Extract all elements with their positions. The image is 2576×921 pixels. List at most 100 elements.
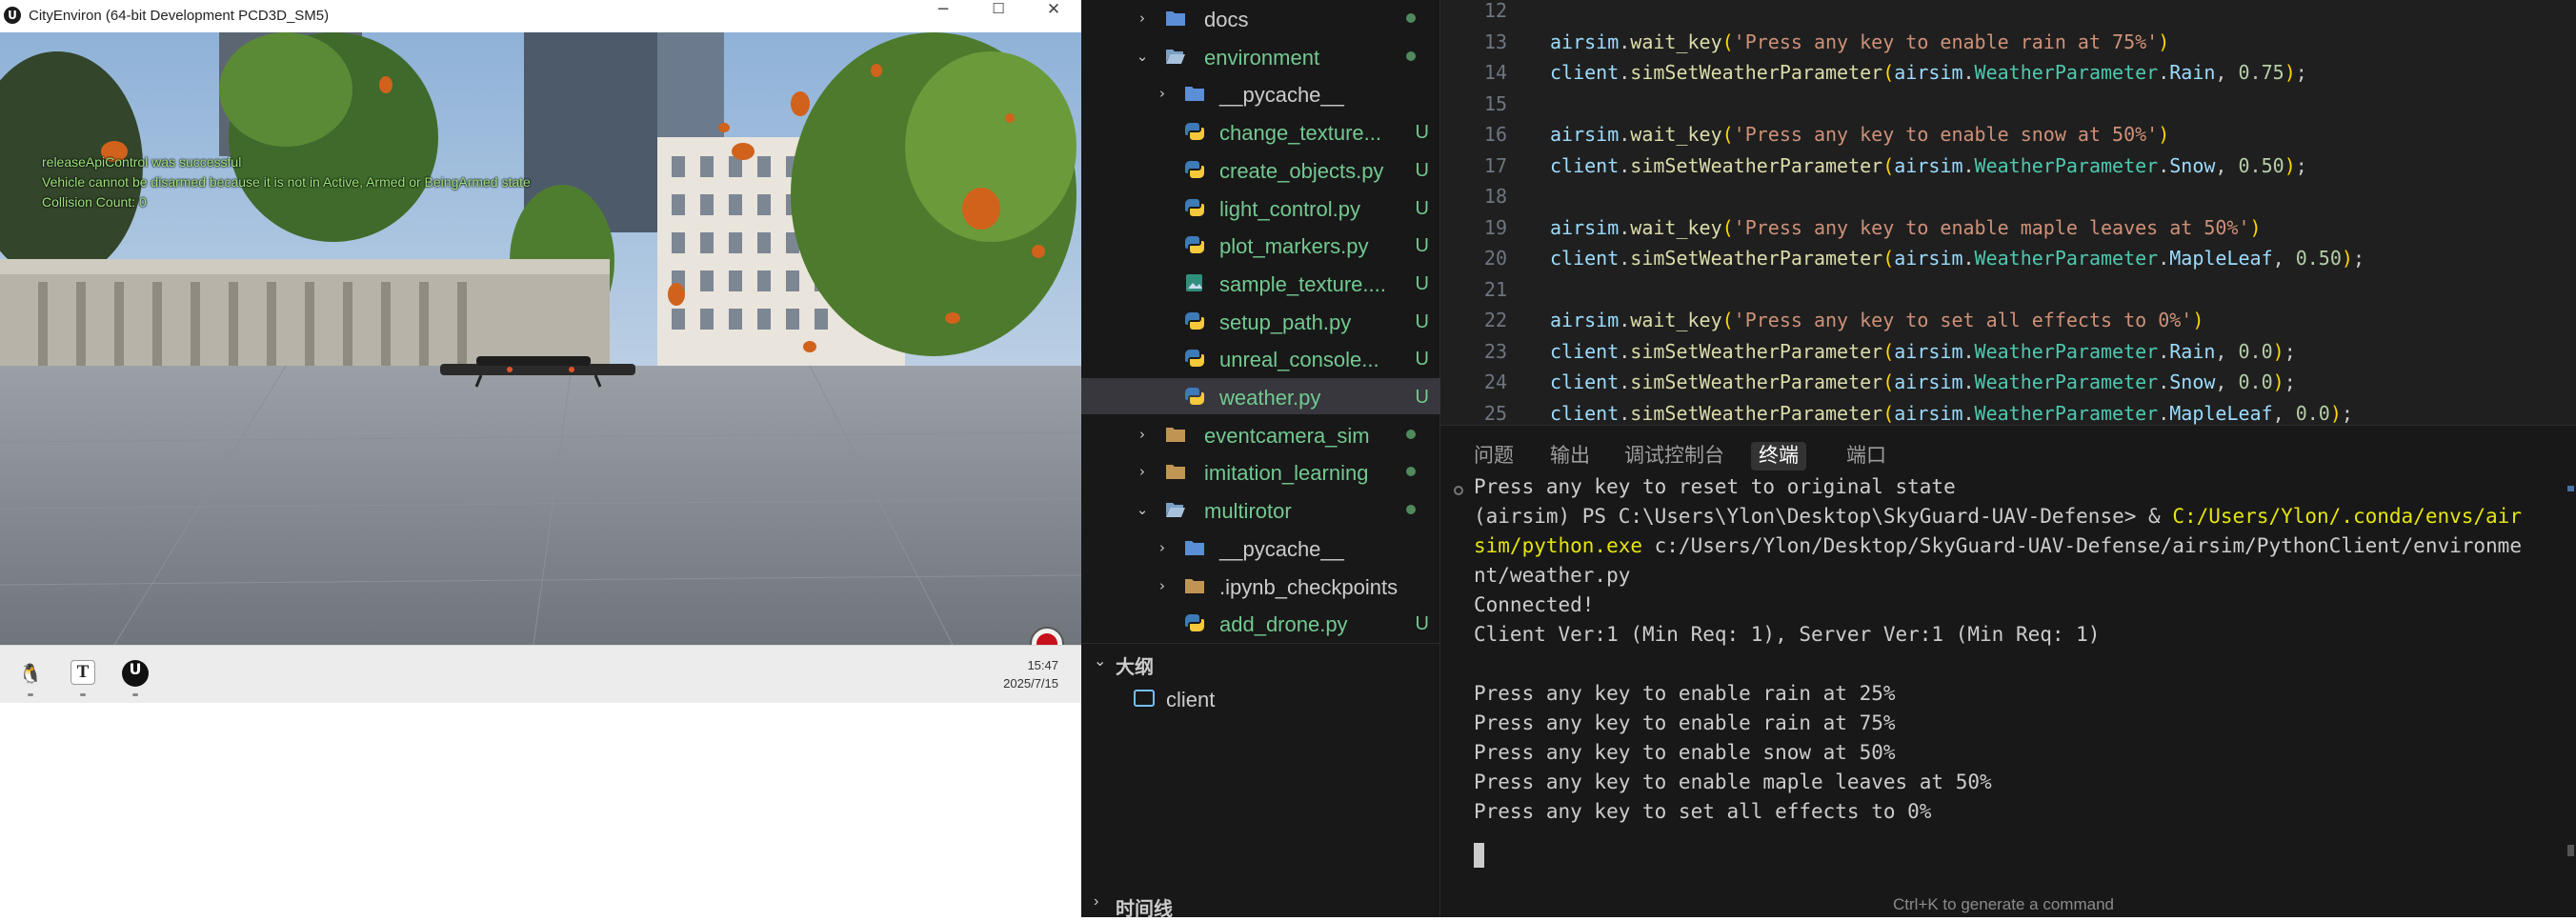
tree-item[interactable]: › __pycache__: [1081, 530, 1440, 566]
unreal-engine-icon[interactable]: U: [122, 660, 149, 687]
tree-item[interactable]: light_control.py U: [1081, 190, 1440, 226]
game-titlebar[interactable]: U CityEnviron (64-bit Development PCD3D_…: [0, 0, 1081, 32]
tree-item[interactable]: › eventcamera_sim: [1081, 416, 1440, 452]
penguin-app-icon[interactable]: 🐧: [17, 660, 44, 687]
code-line[interactable]: 19 airsim.wait_key('Press any key to enab…: [1440, 213, 2576, 244]
python-folder-icon: [1184, 84, 1205, 103]
line-number: 17: [1483, 153, 1507, 177]
clock-date[interactable]: 2025/7/15: [1003, 676, 1058, 691]
tree-item-label: setup_path.py: [1219, 310, 1352, 334]
tab-terminal[interactable]: 终端: [1751, 442, 1806, 471]
python-file-icon: [1184, 122, 1205, 141]
chevron-right-icon[interactable]: ›: [1155, 84, 1170, 103]
outline-item-client[interactable]: client: [1166, 688, 1215, 712]
clock-time[interactable]: 15:47: [1027, 658, 1058, 672]
outline-title[interactable]: 大纲: [1116, 651, 1154, 679]
line-number: 25: [1483, 401, 1507, 425]
terminal-line: Press any key to enable maple leaves at …: [1474, 771, 1992, 793]
tree-item[interactable]: create_objects.py U: [1081, 151, 1440, 188]
tree-item[interactable]: ⌄ environment: [1081, 38, 1440, 74]
code-line[interactable]: 22 airsim.wait_key('Press any key to set …: [1440, 306, 2576, 336]
terminal-cursor: [1474, 843, 1484, 868]
bottom-panel: 问题 输出 调试控制台 终端 端口 Press any key to reset…: [1440, 425, 2576, 917]
tree-item[interactable]: › __pycache__: [1081, 75, 1440, 111]
code-line[interactable]: 25 client.simSetWeatherParameter(airsim.W…: [1440, 399, 2576, 426]
python-file-icon: [1184, 349, 1205, 368]
git-change-dot: [1406, 467, 1416, 477]
typora-icon[interactable]: T: [70, 660, 95, 685]
tree-item[interactable]: ⌄ multirotor: [1081, 491, 1440, 528]
line-number: 16: [1483, 123, 1507, 146]
line-number: 21: [1483, 277, 1507, 301]
line-number: 23: [1483, 339, 1507, 363]
minimize-button[interactable]: ─: [916, 0, 971, 32]
tree-item[interactable]: weather.py U: [1081, 378, 1440, 414]
tree-item-label: weather.py: [1219, 386, 1321, 410]
line-number: 15: [1483, 91, 1507, 115]
line-number: 13: [1483, 30, 1507, 53]
line-number: 12: [1483, 0, 1507, 22]
tree-item[interactable]: unreal_console... U: [1081, 340, 1440, 376]
city-scene: [0, 32, 1081, 645]
game-viewport[interactable]: releaseApiControl was successful Vehicle…: [0, 32, 1081, 645]
folder-icon: [1184, 576, 1205, 595]
code-line[interactable]: 24 client.simSetWeatherParameter(airsim.W…: [1440, 368, 2576, 398]
code-line[interactable]: 14 client.simSetWeatherParameter(airsim.W…: [1440, 58, 2576, 89]
code-editor[interactable]: 12 13 airsim.wait_key('Press any key to en…: [1440, 0, 2576, 425]
tree-item-label: eventcamera_sim: [1204, 423, 1370, 448]
git-change-dot: [1406, 505, 1416, 515]
tree-item[interactable]: › .ipynb_checkpoints: [1081, 568, 1440, 604]
python-file-icon: [1184, 613, 1205, 632]
collision-count: Collision Count: 0: [42, 194, 147, 210]
maximize-button[interactable]: ☐: [971, 0, 1026, 32]
chevron-right-icon[interactable]: ›: [1135, 9, 1150, 28]
chevron-right-icon[interactable]: ›: [1155, 576, 1170, 595]
terminal-line: (airsim) PS C:\Users\Ylon\Desktop\SkyGua…: [1474, 505, 2522, 528]
code-line[interactable]: 13 airsim.wait_key('Press any key to enab…: [1440, 28, 2576, 58]
tree-item[interactable]: setup_path.py U: [1081, 303, 1440, 339]
terminal-line: Press any key to reset to original state: [1474, 475, 1956, 498]
tree-item[interactable]: › imitation_learning: [1081, 453, 1440, 490]
tab-output[interactable]: 输出: [1542, 442, 1598, 471]
chevron-right-icon[interactable]: ›: [1135, 425, 1150, 444]
code-text: client.simSetWeatherParameter(airsim.Wea…: [1550, 247, 2365, 270]
code-line[interactable]: 17 client.simSetWeatherParameter(airsim.W…: [1440, 151, 2576, 182]
unreal-app-icon: U: [4, 7, 21, 24]
code-line[interactable]: 18: [1440, 182, 2576, 212]
code-line[interactable]: 20 client.simSetWeatherParameter(airsim.W…: [1440, 244, 2576, 274]
code-line[interactable]: 15: [1440, 90, 2576, 120]
chevron-right-icon[interactable]: ›: [1135, 462, 1150, 481]
code-text: airsim.wait_key('Press any key to enable…: [1550, 123, 2170, 146]
tree-item[interactable]: › docs: [1081, 0, 1440, 36]
tree-item[interactable]: sample_texture.... U: [1081, 265, 1440, 301]
terminal-line: Press any key to enable snow at 50%: [1474, 741, 1896, 764]
scrollbar-thumb[interactable]: [2567, 845, 2574, 856]
chevron-down-icon[interactable]: ⌄: [1135, 47, 1150, 66]
tree-item[interactable]: add_drone.py U: [1081, 605, 1440, 641]
tree-item[interactable]: change_texture... U: [1081, 113, 1440, 150]
chevron-down-icon[interactable]: ⌄: [1135, 500, 1150, 519]
close-button[interactable]: ✕: [1026, 0, 1081, 32]
python-file-icon: [1184, 235, 1205, 254]
code-line[interactable]: 23 client.simSetWeatherParameter(airsim.W…: [1440, 337, 2576, 368]
git-untracked-badge: U: [1415, 310, 1429, 332]
code-line[interactable]: 12: [1440, 0, 2576, 27]
image-file-icon: [1184, 273, 1205, 292]
code-line[interactable]: 21: [1440, 275, 2576, 306]
code-text: client.simSetWeatherParameter(airsim.Wea…: [1550, 401, 2353, 425]
tree-item[interactable]: plot_markers.py U: [1081, 227, 1440, 263]
chevron-right-icon[interactable]: ›: [1155, 538, 1170, 557]
chevron-down-icon[interactable]: ⌄: [1094, 651, 1106, 671]
tree-item-label: environment: [1204, 45, 1320, 70]
running-indicator: [80, 693, 86, 696]
file-explorer: › docs ⌄ environment › __pycache__ change_text…: [1081, 0, 1440, 917]
tab-problems[interactable]: 问题: [1466, 442, 1521, 471]
terminal-line: Press any key to enable rain at 75%: [1474, 711, 1896, 734]
chevron-right-icon[interactable]: ›: [1094, 893, 1098, 911]
tree-item-label: docs: [1204, 8, 1249, 31]
git-untracked-badge: U: [1415, 613, 1429, 635]
code-line[interactable]: 16 airsim.wait_key('Press any key to enab…: [1440, 120, 2576, 150]
tab-ports[interactable]: 端口: [1839, 442, 1894, 471]
tab-debug-console[interactable]: 调试控制台: [1617, 442, 1732, 471]
git-change-dot: [1406, 50, 1416, 61]
